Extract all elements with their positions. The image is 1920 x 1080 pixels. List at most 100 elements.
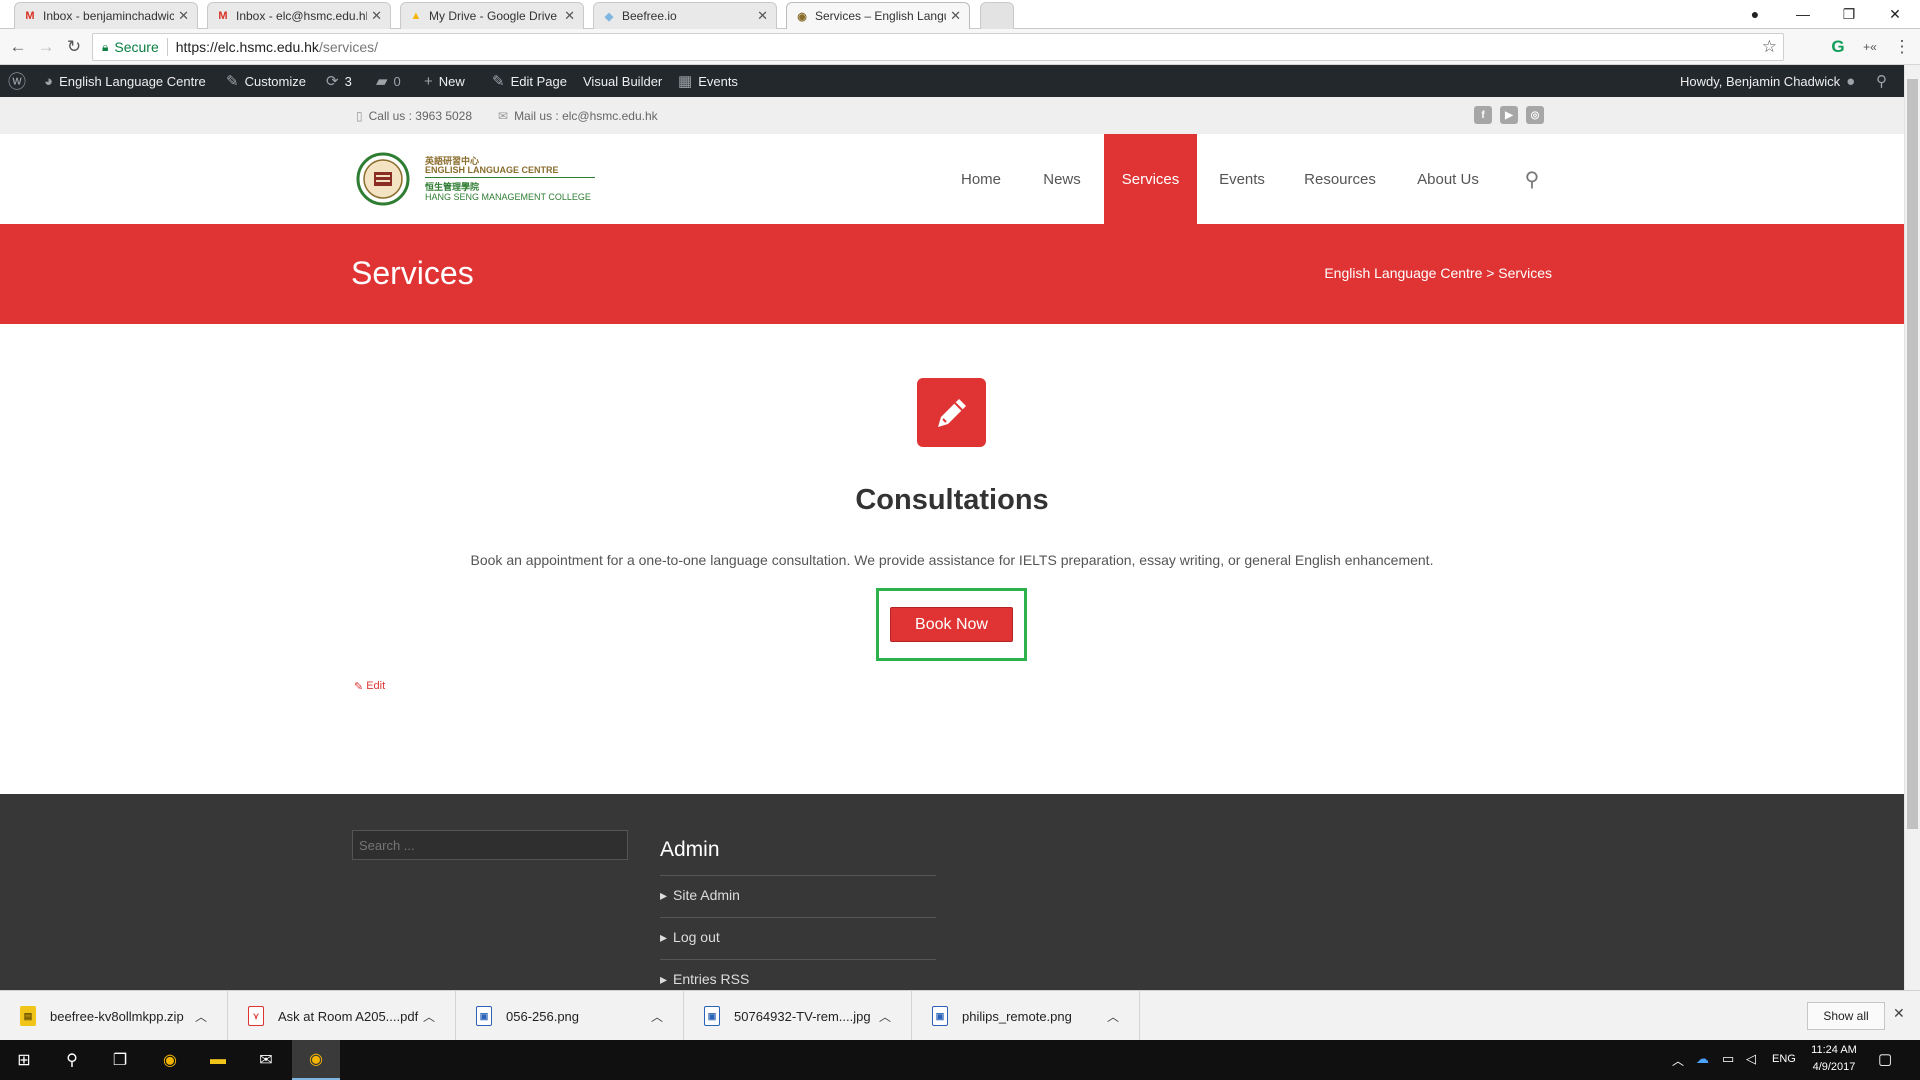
site-logo[interactable]: 英語研習中心 ENGLISH LANGUAGE CENTRE 恒生管理學院 HA…: [356, 152, 596, 206]
chevron-up-icon[interactable]: ︿: [651, 1008, 663, 1025]
download-item[interactable]: ▣ philips_remote.png ︿: [912, 991, 1140, 1041]
youtube-icon[interactable]: ▶: [1500, 106, 1518, 124]
edit-link[interactable]: ✎ Edit: [354, 680, 385, 693]
restore-button[interactable]: ❐: [1826, 0, 1872, 28]
tab-gmail-benjamin[interactable]: M Inbox - benjaminchadwick ✕: [14, 2, 198, 29]
site-name-label: English Language Centre: [59, 73, 206, 89]
pdf-file-icon: ⋎: [248, 1006, 264, 1026]
link-label: Log out: [673, 929, 720, 945]
logo-divider: [425, 177, 595, 178]
clock-date[interactable]: 4/9/2017: [1806, 1061, 1862, 1073]
pencil-icon: ✎: [492, 73, 505, 90]
close-window-button[interactable]: ✕: [1872, 0, 1918, 28]
nav-resources[interactable]: Resources: [1296, 134, 1384, 224]
nav-events[interactable]: Events: [1210, 134, 1274, 224]
tray-chevron-up-icon[interactable]: ︿: [1672, 1052, 1684, 1069]
page-title: Services: [351, 255, 474, 291]
close-tab-icon[interactable]: ✕: [950, 8, 961, 24]
chrome-icon[interactable]: ◉: [146, 1040, 194, 1080]
search-icon[interactable]: ⚲: [1516, 134, 1548, 224]
breadcrumb[interactable]: English Language Centre > Services: [1324, 265, 1552, 281]
footer-link-entries-rss[interactable]: ▸ Entries RSS: [660, 971, 749, 988]
close-shelf-icon[interactable]: ✕: [1893, 1005, 1905, 1022]
admin-search-icon[interactable]: ⚲: [1876, 65, 1887, 97]
download-item[interactable]: ⋎ Ask at Room A205....pdf ︿: [228, 991, 456, 1041]
footer-link-site-admin[interactable]: ▸ Site Admin: [660, 887, 740, 904]
wordpress-logo-icon[interactable]: ⓦ: [8, 65, 26, 97]
back-icon[interactable]: ←: [6, 35, 30, 59]
chrome-menu-icon[interactable]: ⋮: [1890, 35, 1914, 59]
admin-events[interactable]: ▦ Events: [678, 65, 738, 97]
language-indicator[interactable]: ENG: [1772, 1053, 1796, 1065]
reload-icon[interactable]: ↻: [62, 35, 86, 59]
mail-icon[interactable]: ✉: [242, 1040, 290, 1080]
caret-right-icon: ▸: [660, 929, 668, 945]
download-item[interactable]: ▤ beefree-kv8ollmkpp.zip ︿: [0, 991, 228, 1041]
download-filename: beefree-kv8ollmkpp.zip: [50, 1008, 184, 1024]
tab-title: Inbox - elc@hsmc.edu.hk: [236, 9, 368, 23]
admin-edit-page[interactable]: ✎ Edit Page: [492, 65, 567, 97]
browser-tab-strip: M Inbox - benjaminchadwick ✕ M Inbox - e…: [0, 0, 1920, 29]
tab-services-active[interactable]: ◉ Services – English Langu ✕: [786, 2, 970, 29]
volume-icon[interactable]: ◁: [1746, 1051, 1756, 1067]
onedrive-icon[interactable]: ☁: [1696, 1051, 1709, 1067]
file-explorer-icon[interactable]: ▬: [194, 1040, 242, 1080]
new-tab-button[interactable]: [980, 2, 1014, 29]
chevron-up-icon[interactable]: ︿: [195, 1008, 207, 1025]
clock-time[interactable]: 11:24 AM: [1806, 1044, 1862, 1056]
download-item[interactable]: ▣ 056-256.png ︿: [456, 991, 684, 1041]
admin-comments[interactable]: ▰ 0: [376, 65, 401, 97]
show-all-button[interactable]: Show all: [1807, 1002, 1885, 1030]
scrollbar-thumb[interactable]: [1907, 79, 1918, 829]
search-icon[interactable]: ⚲: [48, 1040, 96, 1080]
notification-icon[interactable]: ▢: [1878, 1050, 1892, 1068]
tab-title: Services – English Langu: [815, 9, 947, 23]
grammarly-icon[interactable]: G: [1826, 35, 1850, 59]
close-tab-icon[interactable]: ✕: [564, 8, 575, 24]
tab-beefree[interactable]: ◆ Beefree.io ✕: [593, 2, 777, 29]
bookmark-star-icon[interactable]: ☆: [1762, 37, 1777, 57]
page-scrollbar[interactable]: [1904, 65, 1920, 990]
chevron-up-icon[interactable]: ︿: [423, 1008, 435, 1025]
facebook-icon[interactable]: f: [1474, 106, 1492, 124]
chevron-up-icon[interactable]: ︿: [1107, 1008, 1119, 1025]
admin-updates[interactable]: ⟳ 3: [326, 65, 352, 97]
close-tab-icon[interactable]: ✕: [178, 8, 189, 24]
task-view-icon[interactable]: ❐: [96, 1040, 144, 1080]
footer-search-input[interactable]: [352, 830, 628, 860]
nav-about-us[interactable]: About Us: [1406, 134, 1490, 224]
site-favicon: ◉: [797, 10, 807, 23]
book-now-button[interactable]: Book Now: [890, 607, 1013, 642]
chevron-up-icon[interactable]: ︿: [879, 1008, 891, 1025]
address-bar[interactable]: 🔒︎ Secure https://elc.hsmc.edu.hk /servi…: [92, 33, 1784, 61]
dashboard-icon: ◕: [44, 72, 54, 90]
admin-visual-builder[interactable]: Visual Builder: [583, 65, 662, 97]
footer-link-log-out[interactable]: ▸ Log out: [660, 929, 720, 946]
network-icon[interactable]: ▭: [1722, 1051, 1734, 1067]
mail-icon: ✉: [498, 109, 509, 123]
profile-icon[interactable]: ●: [1732, 0, 1778, 28]
download-item[interactable]: ▣ 50764932-TV-rem....jpg ︿: [684, 991, 912, 1041]
minimize-button[interactable]: —: [1780, 0, 1826, 28]
secure-label: Secure: [114, 39, 159, 55]
extension-icon[interactable]: +«: [1858, 35, 1882, 59]
close-tab-icon[interactable]: ✕: [371, 8, 382, 24]
instagram-icon[interactable]: ◎: [1526, 106, 1544, 124]
nav-home[interactable]: Home: [944, 134, 1018, 224]
url-host: https://elc.hsmc.edu.hk: [175, 39, 319, 55]
nav-services[interactable]: Services: [1104, 134, 1197, 224]
comment-icon: ▰: [376, 73, 388, 90]
admin-new[interactable]: + New: [424, 65, 465, 97]
windows-start-icon[interactable]: ⊞: [0, 1040, 48, 1080]
nav-news[interactable]: News: [1032, 134, 1092, 224]
admin-customize[interactable]: ✎ Customize: [226, 65, 306, 97]
tab-google-drive[interactable]: ▲ My Drive - Google Drive ✕: [400, 2, 584, 29]
edit-page-label: Edit Page: [510, 73, 567, 89]
forward-icon[interactable]: →: [34, 35, 58, 59]
tab-gmail-elc[interactable]: M Inbox - elc@hsmc.edu.hk ✕: [207, 2, 391, 29]
chrome-active-icon[interactable]: ◉: [292, 1040, 340, 1080]
customize-label: Customize: [244, 73, 306, 89]
admin-account[interactable]: Howdy, Benjamin Chadwick ●: [1680, 65, 1855, 97]
close-tab-icon[interactable]: ✕: [757, 8, 768, 24]
admin-site-name[interactable]: ◕ English Language Centre: [44, 65, 206, 97]
